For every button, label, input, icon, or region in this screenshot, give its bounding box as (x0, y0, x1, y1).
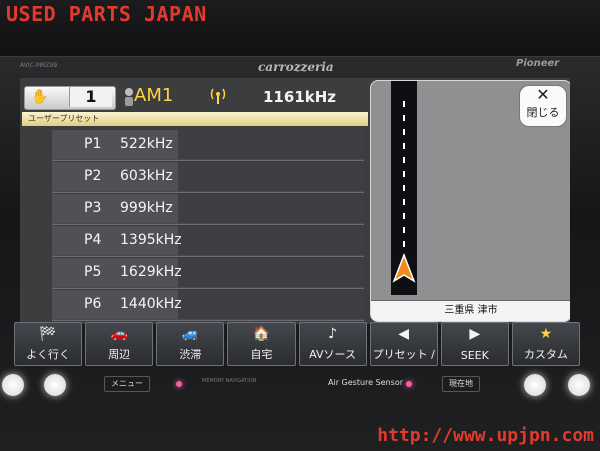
hardware-button-left-2[interactable] (44, 374, 66, 396)
hand-icon: ✋ (31, 89, 49, 105)
preset-row-p6[interactable]: P6 1440kHz (52, 290, 364, 321)
preset-frequency: 522kHz (120, 136, 173, 152)
current-frequency: 1161kHz (263, 88, 337, 106)
preset-row-p1[interactable]: P1 522kHz (52, 130, 364, 161)
watermark-top: USED PARTS JAPAN (6, 2, 207, 26)
toolbar-label: SEEK (460, 349, 489, 362)
star-icon: ★ (539, 326, 553, 342)
preset-key: P3 (84, 200, 102, 216)
brand-logo: carrozzeria (258, 60, 334, 74)
hardware-button-left-1[interactable] (2, 374, 24, 396)
maker-logo: Pioneer (516, 58, 560, 69)
close-map-button[interactable]: ✕ 閉じる (519, 85, 567, 127)
toolbar-label: カスタム (523, 348, 568, 361)
toolbar-button-seek[interactable]: ▶ SEEK (440, 322, 509, 366)
music-note-icon: ♪ (328, 326, 338, 342)
toolbar-button-av-source[interactable]: ♪ AVソース (298, 322, 367, 366)
row-bg-right (178, 226, 364, 255)
led-indicator-right (406, 381, 412, 387)
preset-key: P4 (84, 232, 102, 248)
preset-key: P2 (84, 168, 102, 184)
tab-user-preset[interactable]: ユーザープリセット (22, 112, 368, 126)
left-arrow-icon: ◀ (398, 326, 410, 342)
row-bg-right (178, 162, 364, 191)
hardware-button-right-1[interactable] (524, 374, 546, 396)
current-location-button[interactable]: 現在地 (442, 376, 480, 392)
preset-list: P1 522kHz P2 603kHz P3 999kHz P4 1395kHz P5 1… (52, 130, 364, 322)
model-label: AVIC-MRZ99 (20, 62, 58, 69)
preset-key: P5 (84, 264, 102, 280)
toolbar-label: プリセット / (372, 348, 435, 361)
preset-row-p3[interactable]: P3 999kHz (52, 194, 364, 225)
row-bg-right (178, 290, 364, 319)
toolbar-label: よく行く (26, 348, 71, 361)
preset-key: P1 (84, 136, 102, 152)
toolbar-button-preset-prev[interactable]: ◀ プリセット / (369, 322, 438, 366)
menu-button[interactable]: メニュー (104, 376, 150, 392)
traffic-icon: 🚙 (181, 326, 200, 342)
preset-row-p5[interactable]: P5 1629kHz (52, 258, 364, 289)
toolbar-label: 自宅 (250, 348, 273, 361)
flags-icon: 🏁 (39, 326, 57, 342)
row-bg-right (178, 258, 364, 287)
vehicle-position-icon (392, 253, 416, 283)
preset-row-p4[interactable]: P4 1395kHz (52, 226, 364, 257)
toolbar-button-custom[interactable]: ★ カスタム (511, 322, 580, 366)
preset-frequency: 1440kHz (120, 296, 182, 312)
led-indicator-left (176, 381, 182, 387)
right-arrow-icon: ▶ (469, 326, 481, 342)
home-icon: 🏠 (252, 326, 271, 342)
volume-control[interactable]: ✋ 1 (24, 86, 116, 110)
toolbar-button-nearby[interactable]: 🚗 周辺 (85, 322, 154, 366)
car-icon: 🚗 (110, 326, 128, 342)
toolbar-label: 渋滞 (179, 348, 202, 361)
preset-row-p2[interactable]: P2 603kHz (52, 162, 364, 193)
air-gesture-sensor-label: Air Gesture Sensor (328, 378, 404, 387)
hardware-button-right-2[interactable] (568, 374, 590, 396)
preset-frequency: 999kHz (120, 200, 173, 216)
volume-value: 1 (69, 87, 112, 107)
memory-navigation-label: MEMORY NAVIGATION (202, 378, 257, 384)
toolbar-button-traffic[interactable]: 🚙 渋滞 (156, 322, 225, 366)
bottom-toolbar: 🏁 よく行く 🚗 周辺 🚙 渋滞 🏠 自宅 ♪ AVソース ◀ プリセット / … (14, 322, 580, 366)
preset-key: P6 (84, 296, 102, 312)
preset-frequency: 1395kHz (120, 232, 182, 248)
hardware-button-row: メニュー MEMORY NAVIGATION Air Gesture Senso… (0, 370, 600, 400)
close-label: 閉じる (526, 106, 560, 119)
display-screen: ✋ 1 AM1 1161kHz ユーザープリセット P1 522kHz P2 603… (20, 78, 570, 324)
row-bg-right (178, 130, 364, 159)
toolbar-button-frequent[interactable]: 🏁 よく行く (14, 322, 83, 366)
toolbar-button-home[interactable]: 🏠 自宅 (227, 322, 296, 366)
close-icon: ✕ (536, 85, 550, 104)
row-bg-right (178, 194, 364, 223)
watermark-bottom: http://www.upjpn.com (377, 425, 594, 446)
antenna-icon (210, 88, 226, 104)
current-place: 三重県 津市 (371, 300, 570, 321)
preset-frequency: 1629kHz (120, 264, 182, 280)
map-panel[interactable]: ✕ 閉じる 三重県 津市 (370, 80, 570, 322)
toolbar-label: 周辺 (108, 348, 131, 361)
preset-frequency: 603kHz (120, 168, 173, 184)
toolbar-label: AVソース (309, 348, 356, 361)
source-label: AM1 (134, 85, 174, 106)
